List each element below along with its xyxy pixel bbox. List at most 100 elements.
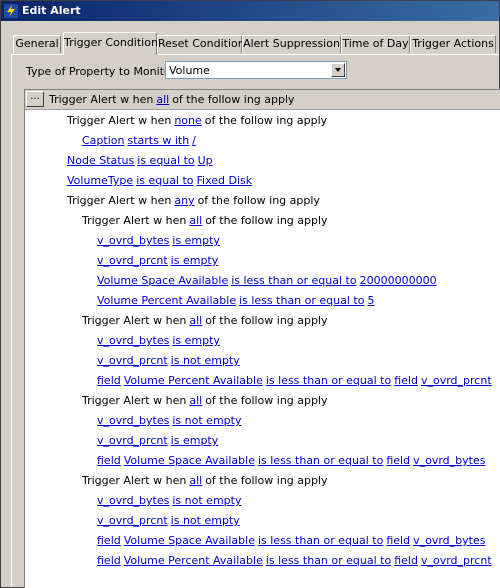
condition-text: Trigger Alert w hen bbox=[82, 214, 187, 227]
condition-link[interactable]: is not empty bbox=[172, 414, 241, 427]
condition-link[interactable]: is empty bbox=[172, 234, 220, 247]
condition-text: of the follow ing apply bbox=[172, 93, 295, 106]
condition-link[interactable]: all bbox=[189, 214, 202, 227]
ellipsis-button[interactable]: ... bbox=[26, 91, 44, 107]
condition-link[interactable]: field bbox=[386, 454, 410, 467]
condition-row: Trigger Alert w hen all of the follow ing … bbox=[82, 314, 331, 328]
condition-text: Trigger Alert w hen bbox=[82, 314, 187, 327]
condition-tree: ... Trigger Alert w hen all of the follow … bbox=[24, 89, 500, 588]
condition-link[interactable]: Volume Percent Available bbox=[124, 554, 263, 567]
operator-link[interactable]: all bbox=[156, 93, 169, 106]
condition-text: of the follow ing apply bbox=[205, 314, 328, 327]
condition-link[interactable]: field bbox=[394, 374, 418, 387]
lightning-icon bbox=[4, 4, 18, 18]
condition-link[interactable]: is not empty bbox=[171, 514, 240, 527]
condition-text: Trigger Alert w hen bbox=[67, 194, 172, 207]
condition-link[interactable]: is empty bbox=[171, 434, 219, 447]
condition-link[interactable]: v_ovrd_bytes bbox=[413, 454, 485, 467]
tab-alert-suppression[interactable]: Alert Suppression bbox=[242, 35, 341, 53]
condition-link[interactable]: none bbox=[174, 114, 201, 127]
condition-row: v_ovrd_bytes is not empty bbox=[97, 494, 244, 508]
condition-link[interactable]: is not empty bbox=[171, 354, 240, 367]
condition-link[interactable]: v_ovrd_prcnt bbox=[97, 354, 168, 367]
condition-link[interactable]: v_ovrd_prcnt bbox=[97, 434, 168, 447]
condition-link[interactable]: Volume Space Available bbox=[97, 274, 228, 287]
condition-link[interactable]: v_ovrd_prcnt bbox=[421, 554, 492, 567]
tab-trigger-condition[interactable]: Trigger Condition bbox=[63, 32, 158, 55]
condition-row: VolumeType is equal to Fixed Disk bbox=[67, 174, 255, 188]
condition-row: Trigger Alert w hen all of the follow ing … bbox=[82, 394, 331, 408]
condition-link[interactable]: all bbox=[189, 314, 202, 327]
condition-link[interactable]: is less than or equal to bbox=[258, 454, 383, 467]
condition-link[interactable]: v_ovrd_prcnt bbox=[421, 374, 492, 387]
window-title: Edit Alert bbox=[22, 4, 81, 17]
condition-link[interactable]: field bbox=[386, 534, 410, 547]
condition-link[interactable]: field bbox=[394, 554, 418, 567]
chevron-down-icon[interactable] bbox=[331, 63, 345, 77]
condition-row: Volume Percent Available is less than or … bbox=[97, 294, 377, 308]
condition-row: v_ovrd_prcnt is empty bbox=[97, 254, 221, 268]
condition-link[interactable]: v_ovrd_bytes bbox=[413, 534, 485, 547]
condition-row: field Volume Space Available is less than … bbox=[97, 454, 488, 468]
condition-link[interactable]: is empty bbox=[171, 254, 219, 267]
condition-link[interactable]: is less than or equal to bbox=[266, 374, 391, 387]
condition-row: field Volume Percent Available is less tha… bbox=[97, 554, 495, 568]
condition-row: Trigger Alert w hen any of the follow ing … bbox=[67, 194, 323, 208]
condition-link[interactable]: Up bbox=[198, 154, 213, 167]
title-bar[interactable]: Edit Alert bbox=[1, 1, 499, 21]
condition-link[interactable]: v_ovrd_bytes bbox=[97, 334, 169, 347]
tab-reset-condition[interactable]: Reset Condition bbox=[157, 35, 245, 53]
condition-link[interactable]: is equal to bbox=[137, 154, 194, 167]
condition-link[interactable]: is less than or equal to bbox=[231, 274, 356, 287]
edit-alert-window: Edit Alert General Trigger Condition Res… bbox=[0, 0, 500, 588]
condition-link[interactable]: Volume Percent Available bbox=[97, 294, 236, 307]
condition-link[interactable]: v_ovrd_prcnt bbox=[97, 514, 168, 527]
condition-link[interactable]: / bbox=[192, 134, 196, 147]
condition-link[interactable]: Volume Percent Available bbox=[124, 374, 263, 387]
condition-link[interactable]: Volume Space Available bbox=[124, 454, 255, 467]
condition-link[interactable]: 20000000000 bbox=[360, 274, 437, 287]
condition-row: Node Status is equal to Up bbox=[67, 154, 216, 168]
condition-link[interactable]: all bbox=[189, 474, 202, 487]
tab-general[interactable]: General bbox=[13, 35, 61, 53]
tab-time-of-day[interactable]: Time of Day bbox=[341, 35, 410, 53]
condition-link[interactable]: Node Status bbox=[67, 154, 134, 167]
condition-row: v_ovrd_prcnt is not empty bbox=[97, 514, 243, 528]
condition-link[interactable]: is not empty bbox=[172, 494, 241, 507]
condition-link[interactable]: v_ovrd_bytes bbox=[97, 234, 169, 247]
condition-link[interactable]: starts w ith bbox=[127, 134, 189, 147]
condition-link[interactable]: is empty bbox=[172, 334, 220, 347]
condition-text: Trigger Alert w hen bbox=[82, 474, 187, 487]
property-type-value: Volume bbox=[169, 64, 210, 77]
condition-link[interactable]: v_ovrd_prcnt bbox=[97, 254, 168, 267]
tab-trigger-actions[interactable]: Trigger Actions bbox=[410, 35, 496, 53]
condition-link[interactable]: is less than or equal to bbox=[266, 554, 391, 567]
condition-text: Trigger Alert w hen bbox=[82, 394, 187, 407]
condition-link[interactable]: field bbox=[97, 374, 121, 387]
condition-link[interactable]: Caption bbox=[82, 134, 124, 147]
condition-row: Trigger Alert w hen all of the follow ing … bbox=[82, 214, 331, 228]
condition-row: v_ovrd_bytes is empty bbox=[97, 234, 223, 248]
condition-link[interactable]: field bbox=[97, 554, 121, 567]
condition-link[interactable]: field bbox=[97, 454, 121, 467]
condition-link[interactable]: Volume Space Available bbox=[124, 534, 255, 547]
condition-row: v_ovrd_bytes is not empty bbox=[97, 414, 244, 428]
condition-link[interactable]: is less than or equal to bbox=[258, 534, 383, 547]
condition-link[interactable]: 5 bbox=[367, 294, 374, 307]
condition-link[interactable]: v_ovrd_bytes bbox=[97, 494, 169, 507]
condition-link[interactable]: v_ovrd_bytes bbox=[97, 414, 169, 427]
condition-link[interactable]: VolumeType bbox=[67, 174, 133, 187]
condition-text: of the follow ing apply bbox=[197, 194, 320, 207]
condition-link[interactable]: Fixed Disk bbox=[197, 174, 253, 187]
property-type-select[interactable]: Volume bbox=[165, 61, 347, 79]
condition-link[interactable]: is less than or equal to bbox=[239, 294, 364, 307]
condition-text: of the follow ing apply bbox=[205, 474, 328, 487]
condition-link[interactable]: field bbox=[97, 534, 121, 547]
condition-row: Trigger Alert w hen all of the follow ing … bbox=[82, 474, 331, 488]
condition-row: Volume Space Available is less than or eq… bbox=[97, 274, 440, 288]
condition-link[interactable]: any bbox=[174, 194, 194, 207]
condition-link[interactable]: all bbox=[189, 394, 202, 407]
condition-row: v_ovrd_prcnt is not empty bbox=[97, 354, 243, 368]
condition-link[interactable]: is equal to bbox=[136, 174, 193, 187]
condition-text: Trigger Alert w hen bbox=[67, 114, 172, 127]
